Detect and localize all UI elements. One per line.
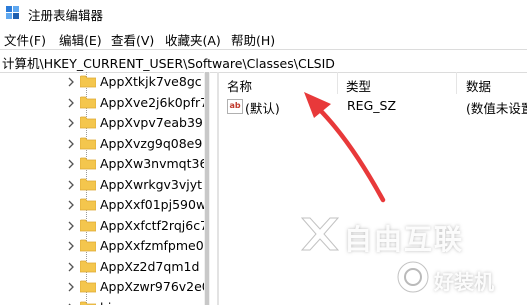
tree-item[interactable]: AppXzwr976v2e0	[0, 277, 210, 297]
menu-bar: 文件(F) 编辑(E) 查看(V) 收藏夹(A) 帮助(H)	[0, 27, 527, 49]
tree-item-label: AppXvzg9q08e9	[100, 135, 203, 151]
column-header-type[interactable]: 类型	[346, 72, 371, 94]
tree-item-label: AppXxfctf2rqj6c7	[100, 217, 209, 233]
chevron-right-icon[interactable]	[66, 241, 76, 251]
column-header-name[interactable]: 名称	[227, 72, 252, 94]
folder-icon	[80, 260, 96, 272]
chevron-right-icon[interactable]	[66, 118, 76, 128]
address-path[interactable]: 计算机\HKEY_CURRENT_USER\Software\Classes\C…	[2, 53, 335, 72]
tree-item[interactable]: AppXve2j6k0pfr7	[0, 93, 210, 113]
chevron-right-icon[interactable]	[66, 200, 76, 210]
tree-item-label: AppXve2j6k0pfr7	[100, 94, 209, 110]
column-header-data[interactable]: 数据	[466, 72, 491, 94]
tree-item[interactable]: AppXvzg9q08e9	[0, 134, 210, 154]
folder-icon	[80, 137, 96, 149]
chevron-right-icon[interactable]	[66, 282, 76, 292]
tree-item-label: AppXzwr976v2e0	[100, 279, 210, 294]
folder-icon	[80, 301, 96, 305]
folder-icon	[80, 75, 96, 88]
chevron-right-icon[interactable]	[66, 139, 76, 149]
tree-item[interactable]: AppXxf01pj590w	[0, 195, 210, 215]
folder-icon	[80, 198, 96, 211]
tree-item[interactable]: AppXwrkgv3vjyt	[0, 175, 210, 195]
folder-icon	[80, 219, 96, 231]
folder-icon	[80, 96, 96, 108]
chevron-right-icon[interactable]	[66, 159, 76, 169]
tree-pane[interactable]: AppXtkjk7ve8gc AppXve2j6k0pfr7 AppXvpv7eab…	[0, 72, 218, 305]
registry-value-row[interactable]: ab (默认) REG_SZ (数值未设置	[219, 96, 527, 116]
menu-file[interactable]: 文件(F)	[4, 30, 46, 49]
tree-item[interactable]: AppXxfctf2rqj6c7	[0, 216, 210, 236]
tree-item-label: AppXw3nvmqt36	[100, 156, 208, 171]
tree-item-label: AppXvpv7eab39	[100, 115, 203, 130]
chevron-right-icon[interactable]	[66, 221, 76, 231]
tree-item-label: AppXxf01pj590w	[100, 197, 207, 212]
column-divider[interactable]	[337, 72, 338, 94]
column-divider[interactable]	[456, 72, 457, 94]
chevron-right-icon[interactable]	[66, 180, 76, 190]
chevron-right-icon[interactable]	[66, 77, 76, 87]
tree-item-label: AppXtkjk7ve8gc	[100, 74, 202, 89]
tree-item[interactable]: AppXvpv7eab39	[0, 113, 210, 133]
tree-item[interactable]: bingmaps	[0, 298, 210, 305]
tree-item-label: AppXxfzmfpme0	[100, 238, 204, 253]
window-title: 注册表编辑器	[28, 8, 104, 23]
folder-icon	[80, 239, 96, 252]
value-type: REG_SZ	[347, 98, 397, 113]
values-pane[interactable]: 名称 类型 数据 ab (默认) REG_SZ (数值未设置	[219, 72, 527, 305]
tree-item[interactable]: AppXz2d7qm1d	[0, 257, 210, 277]
menu-help[interactable]: 帮助(H)	[231, 30, 275, 49]
tree-item[interactable]: AppXtkjk7ve8gc	[0, 72, 210, 92]
value-name: (默认)	[245, 101, 280, 116]
string-value-icon: ab	[227, 99, 243, 114]
menu-edit[interactable]: 编辑(E)	[59, 30, 102, 49]
title-bar: 注册表编辑器	[0, 0, 527, 26]
chevron-right-icon[interactable]	[66, 98, 76, 108]
tree-item-label: bingmaps	[100, 300, 162, 305]
value-data: (数值未设置	[466, 101, 527, 116]
folder-icon	[80, 157, 96, 170]
tree-scrollbar-thumb[interactable]	[205, 72, 209, 305]
chevron-right-icon[interactable]	[66, 262, 76, 272]
folder-icon	[80, 178, 96, 190]
menu-favorites[interactable]: 收藏夹(A)	[165, 30, 221, 49]
address-bar[interactable]: 计算机\HKEY_CURRENT_USER\Software\Classes\C…	[0, 49, 527, 73]
folder-icon	[80, 280, 96, 293]
folder-icon	[80, 116, 96, 129]
tree-item[interactable]: AppXw3nvmqt36	[0, 154, 210, 174]
tree-item-label: AppXwrkgv3vjyt	[100, 176, 203, 192]
tree-item[interactable]: AppXxfzmfpme0	[0, 236, 210, 256]
menu-view[interactable]: 查看(V)	[111, 30, 154, 49]
registry-editor-icon	[6, 6, 19, 19]
tree-item-label: AppXz2d7qm1d	[100, 258, 200, 274]
